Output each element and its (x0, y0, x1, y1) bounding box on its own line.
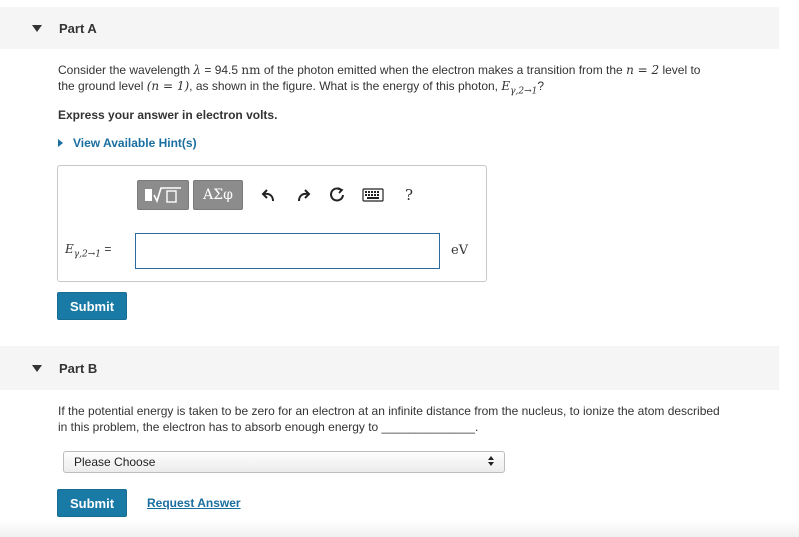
submit-button-part-b[interactable]: Submit (57, 489, 127, 517)
part-a-title: Part A (59, 20, 97, 36)
sqrt-template-icon (145, 187, 181, 204)
page-bottom-edge (0, 520, 799, 537)
unit-label: eV (451, 243, 469, 258)
select-value: Please Choose (74, 455, 156, 469)
caret-right-icon (58, 139, 63, 147)
answer-input[interactable] (135, 233, 440, 269)
reset-icon[interactable] (326, 184, 348, 206)
help-icon[interactable]: ? (398, 184, 420, 206)
greek-symbols-button[interactable]: ΑΣφ (193, 180, 243, 210)
collapse-triangle-icon[interactable] (32, 24, 42, 32)
part-b-question: If the potential energy is taken to be z… (58, 404, 720, 434)
part-b-header[interactable]: Part B (0, 346, 779, 390)
part-a-header[interactable]: Part A (0, 7, 779, 49)
part-a-question: Consider the wavelength λ = 94.5 nm of t… (58, 63, 701, 97)
hint-label: View Available Hint(s) (73, 136, 197, 150)
part-b-title: Part B (59, 360, 98, 376)
request-answer-link[interactable]: Request Answer (147, 496, 241, 510)
select-arrows-icon (488, 456, 494, 466)
keyboard-icon[interactable] (360, 184, 386, 206)
undo-icon[interactable] (258, 184, 280, 206)
submit-button-part-a[interactable]: Submit (57, 292, 127, 320)
answer-select[interactable]: Please Choose (63, 451, 505, 473)
redo-icon[interactable] (292, 184, 314, 206)
math-toolbar: ΑΣφ ? (137, 180, 420, 210)
view-hints-link[interactable]: View Available Hint(s) (58, 136, 197, 150)
answer-label: Eγ,2→1 = (65, 242, 112, 260)
collapse-triangle-icon[interactable] (32, 364, 42, 372)
templates-button[interactable] (137, 180, 189, 210)
instruction-text: Express your answer in electron volts. (58, 108, 278, 122)
